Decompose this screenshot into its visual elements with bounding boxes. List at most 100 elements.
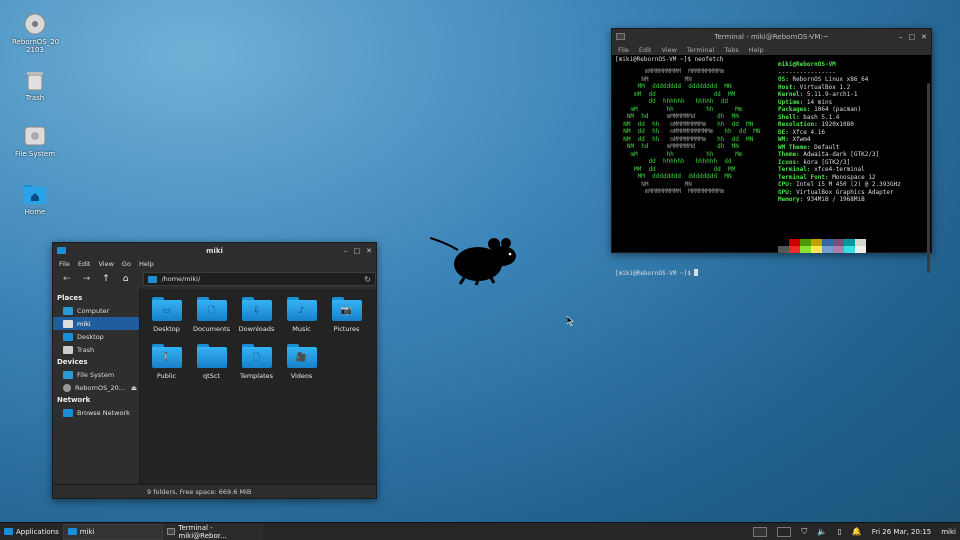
folder-label: Pictures	[333, 325, 360, 333]
info-row: Packages: 1064 (pacman)	[778, 106, 901, 114]
folder-item[interactable]: ♪ Music	[279, 297, 324, 344]
drive-icon	[23, 124, 47, 148]
sidebar-item-label: miki	[77, 319, 91, 328]
menu-file[interactable]: File	[618, 46, 629, 54]
sidebar-header-devices: Devices	[57, 358, 88, 366]
minimize-icon[interactable]: –	[344, 247, 348, 255]
sidebar-header-places: Places	[57, 294, 83, 302]
applications-menu-button[interactable]: Applications	[0, 524, 63, 540]
sidebar-item-desktop[interactable]: Desktop	[53, 330, 139, 343]
applications-label: Applications	[16, 527, 59, 536]
folder-icon	[148, 275, 158, 283]
menu-view[interactable]: View	[661, 46, 676, 54]
sidebar-item-computer[interactable]: Computer	[53, 304, 139, 317]
info-key: Resolution:	[778, 121, 818, 128]
info-key: WM:	[778, 136, 789, 143]
info-value: Xfce 4.16	[788, 128, 825, 136]
back-arrow-icon[interactable]: ←	[61, 274, 73, 284]
folder-item[interactable]: ▭ Desktop	[144, 297, 189, 344]
desktop-icon-trash[interactable]: Trash	[12, 68, 58, 102]
notification-bell-icon[interactable]: 🔔	[852, 527, 862, 536]
sidebar-item-miki[interactable]: miki	[53, 317, 139, 330]
desktop-icon-label: File System	[14, 150, 56, 158]
info-key: OS:	[778, 76, 789, 83]
workspace-switcher-icon[interactable]	[753, 526, 768, 537]
menu-tabs[interactable]: Tabs	[724, 46, 738, 54]
eject-icon[interactable]: ⏏	[131, 384, 139, 392]
info-row: WM Theme: Default	[778, 144, 901, 152]
color-swatch	[800, 239, 811, 246]
folder-item[interactable]: 🚶 Public	[144, 344, 189, 391]
info-value: RebornOS Linux x86_64	[788, 76, 869, 83]
taskbar: Applications miki Terminal - miki@Rebor.…	[0, 522, 960, 540]
folder-label: Music	[292, 325, 311, 333]
color-swatch	[822, 246, 833, 253]
color-palette	[778, 239, 866, 253]
info-value: Adwaita-dark [GTK2/3]	[799, 151, 880, 158]
folder-item[interactable]: 🎥 Videos	[279, 344, 324, 391]
info-row: Terminal Font: Monospace 12	[778, 174, 901, 182]
info-key: Packages:	[778, 106, 811, 113]
info-row: Kernel: 5.11.9-arch1-1	[778, 91, 901, 99]
maximize-icon[interactable]: □	[909, 33, 916, 41]
folder-item[interactable]: 📷 Pictures	[324, 297, 369, 344]
applications-menu-icon	[4, 528, 13, 535]
volume-icon[interactable]: 🔈	[817, 527, 827, 536]
desktop-icon-filesystem[interactable]: File System	[12, 124, 58, 158]
minimize-icon[interactable]: –	[899, 33, 903, 41]
taskbar-window-miki[interactable]: miki	[62, 523, 163, 540]
clock[interactable]: Fri 26 Mar, 20:15	[872, 528, 932, 536]
folder-item[interactable]: qtSct	[189, 344, 234, 391]
up-arrow-icon[interactable]: ↑	[100, 274, 112, 284]
close-icon[interactable]: ✕	[921, 33, 927, 41]
info-key: Memory:	[778, 196, 804, 203]
workspace-2-icon[interactable]	[777, 526, 792, 537]
info-key: WM Theme:	[778, 143, 811, 151]
documents-folder-icon: 🗋	[196, 297, 227, 321]
menu-terminal[interactable]: Terminal	[687, 46, 714, 54]
info-value: kora [GTK2/3]	[799, 158, 851, 166]
close-icon[interactable]: ✕	[366, 247, 372, 255]
window-title: Terminal - miki@RebornOS-VM:~	[714, 32, 829, 41]
reload-icon[interactable]: ↻	[364, 275, 375, 284]
info-row: Icons: kora [GTK2/3]	[778, 159, 901, 167]
info-key: Theme:	[778, 151, 800, 158]
menu-view[interactable]: View	[98, 260, 113, 268]
sidebar-item-trash[interactable]: Trash	[53, 343, 139, 356]
forward-arrow-icon[interactable]: →	[81, 274, 93, 284]
menu-edit[interactable]: Edit	[639, 46, 652, 54]
shield-icon[interactable]: ⛉	[801, 527, 807, 537]
menu-help[interactable]: Help	[749, 46, 764, 54]
folder-item[interactable]: 🗋 Templates	[234, 344, 279, 391]
command-prompt-current: [miki@RebornOS-VM ~]$	[615, 269, 699, 278]
info-value: VirtualBox Graphics Adapter	[792, 188, 894, 196]
location-bar[interactable]: /home/miki/ ↻	[143, 272, 376, 286]
home-icon[interactable]: ⌂	[120, 274, 132, 284]
menu-edit[interactable]: Edit	[78, 260, 91, 268]
taskbar-window-label: Terminal - miki@Rebor...	[178, 523, 227, 540]
folder-item[interactable]: ⇩ Downloads	[234, 297, 279, 344]
desktop-icon-disc[interactable]: RebornOS_20 2103	[12, 12, 59, 54]
folder-item[interactable]: 🗋 Documents	[189, 297, 234, 344]
sidebar: Places Computer miki Desktop Trash Devic…	[53, 289, 140, 484]
battery-icon[interactable]: ▯	[837, 527, 841, 536]
sidebar-item-label: Computer	[77, 306, 110, 315]
terminal-scrollbar[interactable]	[927, 83, 930, 273]
file-manager-titlebar[interactable]: miki – □ ✕	[53, 243, 376, 258]
sidebar-item-browse-network[interactable]: Browse Network	[53, 406, 139, 419]
menu-help[interactable]: Help	[139, 260, 154, 268]
user-name[interactable]: miki	[941, 528, 956, 536]
taskbar-window-terminal[interactable]: Terminal - miki@Rebor...	[162, 523, 263, 540]
menu-go[interactable]: Go	[122, 260, 131, 268]
info-value: 934MiB / 1968MiB	[803, 196, 865, 203]
sidebar-item-rebornos-disc[interactable]: RebornOS_20... ⏏	[53, 381, 139, 394]
sidebar-item-label: File System	[77, 370, 115, 379]
maximize-icon[interactable]: □	[354, 247, 361, 255]
music-folder-icon: ♪	[286, 297, 317, 321]
sidebar-item-filesystem[interactable]: File System	[53, 368, 139, 381]
terminal-output[interactable]: [miki@RebornOS-VM ~]$ neofetch mMMMMMMMM…	[612, 55, 931, 277]
menu-file[interactable]: File	[59, 260, 70, 268]
terminal-titlebar[interactable]: Terminal - miki@RebornOS-VM:~ – □ ✕	[612, 29, 931, 44]
desktop-icon-home[interactable]: Home	[12, 182, 58, 216]
info-row: Memory: 934MiB / 1968MiB	[778, 196, 901, 204]
